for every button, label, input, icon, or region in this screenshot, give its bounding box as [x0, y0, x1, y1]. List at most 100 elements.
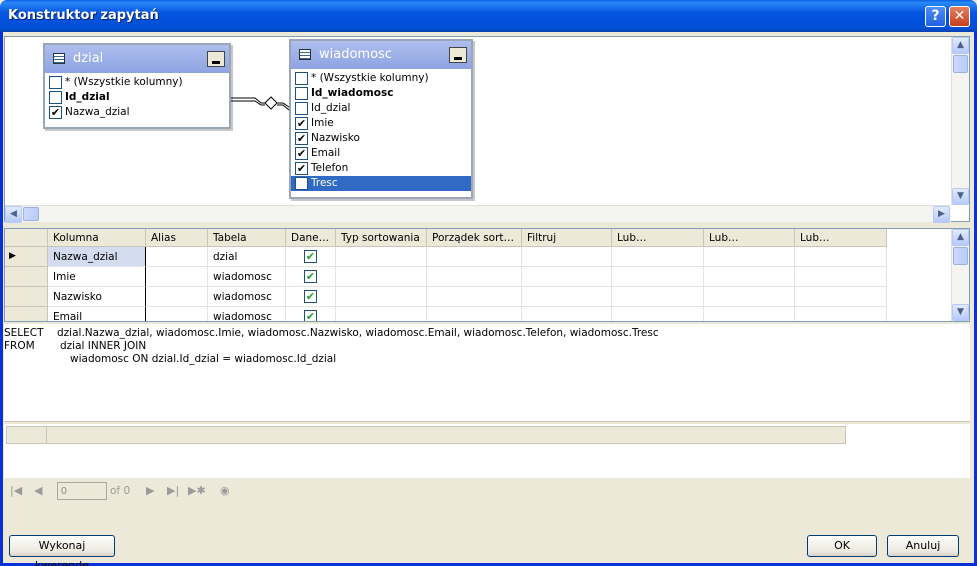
row-selector[interactable] [5, 287, 48, 307]
new-record-icon[interactable]: ▶✱ [188, 484, 206, 497]
grid-cell-sort[interactable] [336, 287, 427, 307]
grid-header-alias[interactable]: Alias [146, 229, 208, 247]
ok-button[interactable]: OK [807, 535, 877, 557]
grid-cell-alias[interactable] [146, 287, 208, 307]
minimize-icon[interactable] [449, 47, 467, 63]
scroll-down-icon[interactable]: ▼ [952, 188, 969, 205]
grid-cell-lub3[interactable] [795, 307, 887, 321]
grid-cell-kolumna[interactable]: Nazwisko [48, 287, 146, 307]
criteria-grid[interactable]: Kolumna Alias Tabela Dane… Typ sortowani… [4, 228, 970, 322]
last-record-icon[interactable]: ▶| [167, 484, 179, 497]
table-row[interactable]: Nazwisko wiadomosc ✔ [5, 287, 887, 307]
grid-cell-lub2[interactable] [704, 307, 795, 321]
results-pane[interactable] [4, 424, 970, 478]
stop-icon[interactable]: ◉ [220, 484, 230, 497]
checkbox-icon[interactable] [295, 72, 308, 85]
table-dzial[interactable]: dzial * (Wszystkie kolumny) Id_dzial ✔ Nazw… [43, 43, 231, 129]
next-record-icon[interactable]: ▶ [146, 484, 154, 497]
scroll-thumb[interactable] [953, 55, 968, 73]
grid-cell-lub2[interactable] [704, 267, 795, 287]
previous-record-icon[interactable]: ◀ [34, 484, 42, 497]
grid-header-lub-2[interactable]: Lub… [704, 229, 795, 247]
checkbox-checked-icon[interactable]: ✔ [49, 106, 62, 119]
grid-cell-lub1[interactable] [612, 307, 704, 321]
help-button[interactable]: ? [925, 6, 946, 27]
title-bar[interactable]: Konstruktor zapytań ? ✕ [0, 0, 977, 32]
scroll-up-icon[interactable]: ▲ [952, 229, 969, 246]
grid-cell-sort[interactable] [336, 247, 427, 267]
output-checkbox-checked-icon[interactable]: ✔ [304, 250, 317, 263]
grid-cell-lub1[interactable] [612, 247, 704, 267]
grid-cell-lub3[interactable] [795, 267, 887, 287]
grid-cell-filtr[interactable] [522, 287, 612, 307]
checkbox-icon[interactable] [49, 76, 62, 89]
execute-query-button[interactable]: Wykonaj kwerendę [9, 535, 115, 566]
scroll-thumb[interactable] [953, 247, 968, 265]
checkbox-icon[interactable] [49, 91, 62, 104]
grid-cell-ord[interactable] [427, 267, 522, 287]
minimize-icon[interactable] [207, 51, 225, 67]
grid-cell-lub3[interactable] [795, 247, 887, 267]
grid-cell-dane[interactable]: ✔ [286, 267, 336, 287]
grid-cell-lub3[interactable] [795, 287, 887, 307]
grid-cell-filtr[interactable] [522, 307, 612, 321]
grid-cell-lub2[interactable] [704, 287, 795, 307]
table-column-item[interactable]: ✔ Nazwa_dzial [45, 105, 229, 120]
table-column-item[interactable]: Id_dzial [291, 101, 471, 116]
grid-cell-lub2[interactable] [704, 247, 795, 267]
grid-header-tabela[interactable]: Tabela [208, 229, 286, 247]
first-record-icon[interactable]: |◀ [10, 484, 22, 497]
grid-cell-alias[interactable] [146, 307, 208, 321]
scroll-right-icon[interactable]: ▶ [933, 206, 950, 223]
grid-cell-alias[interactable] [146, 267, 208, 287]
output-checkbox-checked-icon[interactable]: ✔ [304, 290, 317, 303]
join-connector[interactable] [231, 93, 295, 113]
table-dzial-header[interactable]: dzial [45, 45, 229, 73]
table-column-item[interactable]: ✔ Imie [291, 116, 471, 131]
table-column-item[interactable]: ✔ Tresc [291, 176, 471, 191]
grid-cell-alias[interactable] [146, 247, 208, 267]
checkbox-checked-icon[interactable]: ✔ [295, 117, 308, 130]
grid-cell-tabela[interactable]: wiadomosc [208, 287, 286, 307]
table-wiadomosc-header[interactable]: wiadomosc [291, 41, 471, 69]
grid-header-kolumna[interactable]: Kolumna [48, 229, 146, 247]
checkbox-checked-icon[interactable]: ✔ [295, 162, 308, 175]
grid-cell-ord[interactable] [427, 307, 522, 321]
table-column-item[interactable]: ✔ Nazwisko [291, 131, 471, 146]
table-row[interactable]: Imie wiadomosc ✔ [5, 267, 887, 287]
row-selector[interactable] [5, 267, 48, 287]
grid-cell-filtr[interactable] [522, 267, 612, 287]
grid-vscrollbar[interactable]: ▲ ▼ [951, 229, 969, 321]
grid-header-typ-sortowania[interactable]: Typ sortowania [336, 229, 427, 247]
table-column-item[interactable]: ✔ Email [291, 146, 471, 161]
grid-header-filtruj[interactable]: Filtruj [522, 229, 612, 247]
diagram-hscrollbar[interactable]: ◀ ▶ [5, 205, 951, 223]
grid-cell-kolumna[interactable]: Imie [48, 267, 146, 287]
checkbox-checked-icon[interactable]: ✔ [295, 132, 308, 145]
grid-header-dane[interactable]: Dane… [286, 229, 336, 247]
table-column-item[interactable]: * (Wszystkie kolumny) [291, 71, 471, 86]
grid-cell-ord[interactable] [427, 287, 522, 307]
diagram-vscrollbar[interactable]: ▲ ▼ [951, 37, 969, 205]
scroll-thumb[interactable] [23, 207, 39, 221]
grid-cell-filtr[interactable] [522, 247, 612, 267]
table-column-item[interactable]: * (Wszystkie kolumny) [45, 75, 229, 90]
record-number-input[interactable] [57, 482, 107, 500]
table-row[interactable]: ▶ Nazwa_dzial dzial ✔ [5, 247, 887, 267]
grid-header-lub-1[interactable]: Lub… [612, 229, 704, 247]
sql-pane[interactable]: SELECT dzial.Nazwa_dzial, wiadomosc.Imie… [4, 324, 970, 422]
grid-header-lub-3[interactable]: Lub… [795, 229, 887, 247]
cancel-button[interactable]: Anuluj [887, 535, 959, 557]
grid-cell-tabela[interactable]: wiadomosc [208, 267, 286, 287]
scroll-up-icon[interactable]: ▲ [952, 37, 969, 54]
checkbox-checked-icon[interactable]: ✔ [295, 147, 308, 160]
grid-header-porzadek[interactable]: Porządek sort… [427, 229, 522, 247]
grid-cell-lub1[interactable] [612, 287, 704, 307]
grid-cell-sort[interactable] [336, 267, 427, 287]
scroll-down-icon[interactable]: ▼ [952, 304, 969, 321]
checkbox-checked-icon[interactable]: ✔ [295, 177, 308, 190]
grid-cell-dane[interactable]: ✔ [286, 307, 336, 321]
row-selector[interactable]: ▶ [5, 247, 48, 267]
row-selector[interactable] [5, 307, 48, 321]
grid-cell-sort[interactable] [336, 307, 427, 321]
